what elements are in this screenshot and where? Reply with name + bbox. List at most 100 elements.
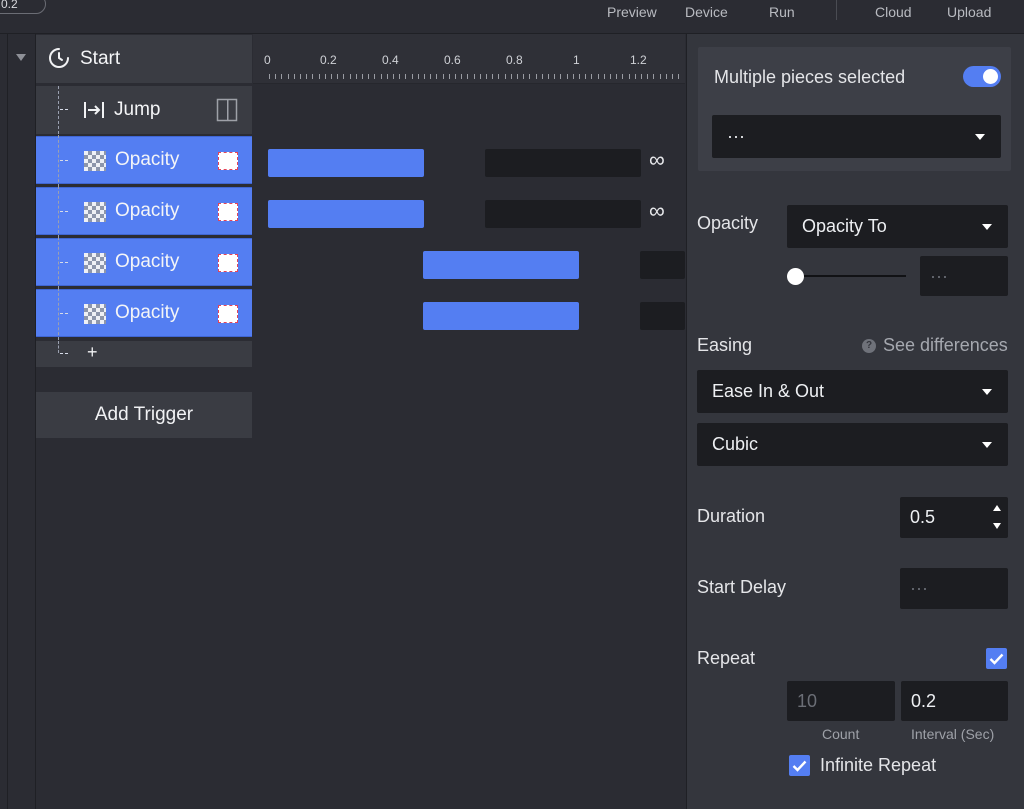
split-panel-icon[interactable] [216, 98, 238, 122]
repeat-checkbox[interactable] [986, 648, 1007, 669]
ruler-tick [598, 74, 599, 79]
ruler-tick [430, 74, 431, 79]
ruler-tick [312, 74, 313, 79]
opacity-value-field[interactable]: ··· [920, 256, 1008, 296]
ruler-tick [288, 74, 289, 79]
ruler-tick [579, 74, 580, 79]
repeat-count-value: 10 [797, 690, 818, 711]
opacity-mode-select[interactable]: Opacity To [787, 205, 1008, 248]
timeline-ruler[interactable] [253, 34, 685, 84]
ruler-tick [492, 74, 493, 79]
cloud-button[interactable]: Cloud [875, 4, 912, 20]
toolbar-divider [836, 0, 837, 20]
easing-type-value: Ease In & Out [712, 381, 825, 401]
ruler-tick [337, 74, 338, 79]
repeat-bar[interactable] [640, 251, 685, 279]
layer-opacity-row[interactable]: Opacity [36, 135, 252, 187]
tree-line [58, 135, 59, 187]
ruler-tick [486, 74, 487, 79]
start-delay-label: Start Delay [697, 577, 787, 597]
add-trigger-button[interactable]: Add Trigger [36, 392, 252, 438]
repeat-count-field[interactable]: 10 [787, 681, 895, 721]
ruler-tick [560, 74, 561, 79]
repeat-bar[interactable] [640, 302, 685, 330]
trigger-start-row[interactable]: Start [36, 35, 252, 83]
ruler-tick [436, 74, 437, 79]
animation-bar[interactable] [268, 200, 424, 228]
opacity-slider-handle[interactable] [787, 268, 804, 285]
collapse-caret-icon[interactable] [16, 54, 26, 61]
repeat-bar[interactable] [485, 200, 641, 228]
repeat-bar[interactable] [485, 149, 641, 177]
layer-opacity-row[interactable]: Opacity [36, 288, 252, 340]
ruler-tick [480, 74, 481, 79]
duration-value: 0.5 [910, 507, 936, 527]
layer-color-swatch[interactable] [218, 254, 238, 272]
interval-caption: Interval (Sec) [911, 726, 995, 742]
ruler-tick [548, 74, 549, 79]
ruler-tick [368, 74, 369, 79]
ruler-tick [635, 74, 636, 79]
infinite-repeat-label: Infinite Repeat [820, 755, 937, 775]
ruler-tick [449, 74, 450, 79]
layer-color-swatch[interactable] [218, 305, 238, 323]
see-differences-link[interactable]: See differences [883, 335, 1008, 356]
start-delay-field[interactable]: ··· [900, 568, 1008, 609]
run-button[interactable]: Run [769, 4, 795, 20]
layer-opacity-label: Opacity [115, 302, 180, 323]
stepper-up-icon[interactable] [993, 505, 1001, 511]
upload-button[interactable]: Upload [947, 4, 991, 20]
start-delay-placeholder: ··· [910, 578, 928, 598]
repeat-interval-field[interactable]: 0.2 [901, 681, 1008, 721]
layer-opacity-label: Opacity [115, 251, 180, 272]
ruler-tick [554, 74, 555, 79]
ruler-tick [474, 74, 475, 79]
tree-branch [60, 313, 68, 314]
easing-curve-select[interactable]: Cubic [697, 423, 1008, 466]
duration-stepper[interactable]: 0.5 [900, 497, 1008, 538]
left-gutter [0, 34, 36, 809]
ruler-tick [362, 74, 363, 79]
ruler-tick [343, 74, 344, 79]
stepper-down-icon[interactable] [993, 523, 1001, 529]
selection-title: Multiple pieces selected [714, 67, 906, 87]
count-caption: Count [822, 726, 860, 742]
tree-line [58, 86, 59, 134]
ruler-tick-label: 0.8 [506, 53, 523, 67]
zoom-level-pill[interactable]: 0.2 [0, 0, 46, 14]
help-icon[interactable]: ? [862, 339, 876, 353]
ruler-tick [306, 74, 307, 79]
ruler-tick [350, 74, 351, 79]
selection-dropdown[interactable]: ··· [712, 115, 1001, 158]
device-button[interactable]: Device [685, 4, 728, 20]
ruler-tick [294, 74, 295, 79]
opacity-value-placeholder: ··· [930, 265, 948, 286]
layer-color-swatch[interactable] [218, 152, 238, 170]
layer-opacity-row[interactable]: Opacity [36, 186, 252, 238]
animation-bar[interactable] [268, 149, 424, 177]
preview-button[interactable]: Preview [607, 4, 657, 20]
ruler-tick-label: 0.6 [444, 53, 461, 67]
ruler-tick [660, 74, 661, 79]
layer-jump-row[interactable]: Jump [36, 86, 252, 134]
tree-branch [60, 211, 68, 212]
ruler-tick [455, 74, 456, 79]
repeat-label: Repeat [697, 648, 756, 668]
ruler-tick [567, 74, 568, 79]
ruler-tick [381, 74, 382, 79]
infinite-repeat-checkbox[interactable] [789, 755, 810, 776]
ruler-tick [300, 74, 301, 79]
layer-color-swatch[interactable] [218, 203, 238, 221]
ruler-tick [585, 74, 586, 79]
opacity-slider-track[interactable] [796, 275, 906, 277]
ruler-tick [672, 74, 673, 79]
animation-bar[interactable] [423, 251, 579, 279]
opacity-checker-icon [84, 202, 106, 222]
layer-opacity-row[interactable]: Opacity [36, 237, 252, 289]
animation-bar[interactable] [423, 302, 579, 330]
layer-opacity-label: Opacity [115, 149, 180, 170]
selection-toggle[interactable] [963, 66, 1001, 87]
tree-line [58, 237, 59, 289]
add-layer-button[interactable]: + [87, 342, 98, 363]
easing-type-select[interactable]: Ease In & Out [697, 370, 1008, 413]
